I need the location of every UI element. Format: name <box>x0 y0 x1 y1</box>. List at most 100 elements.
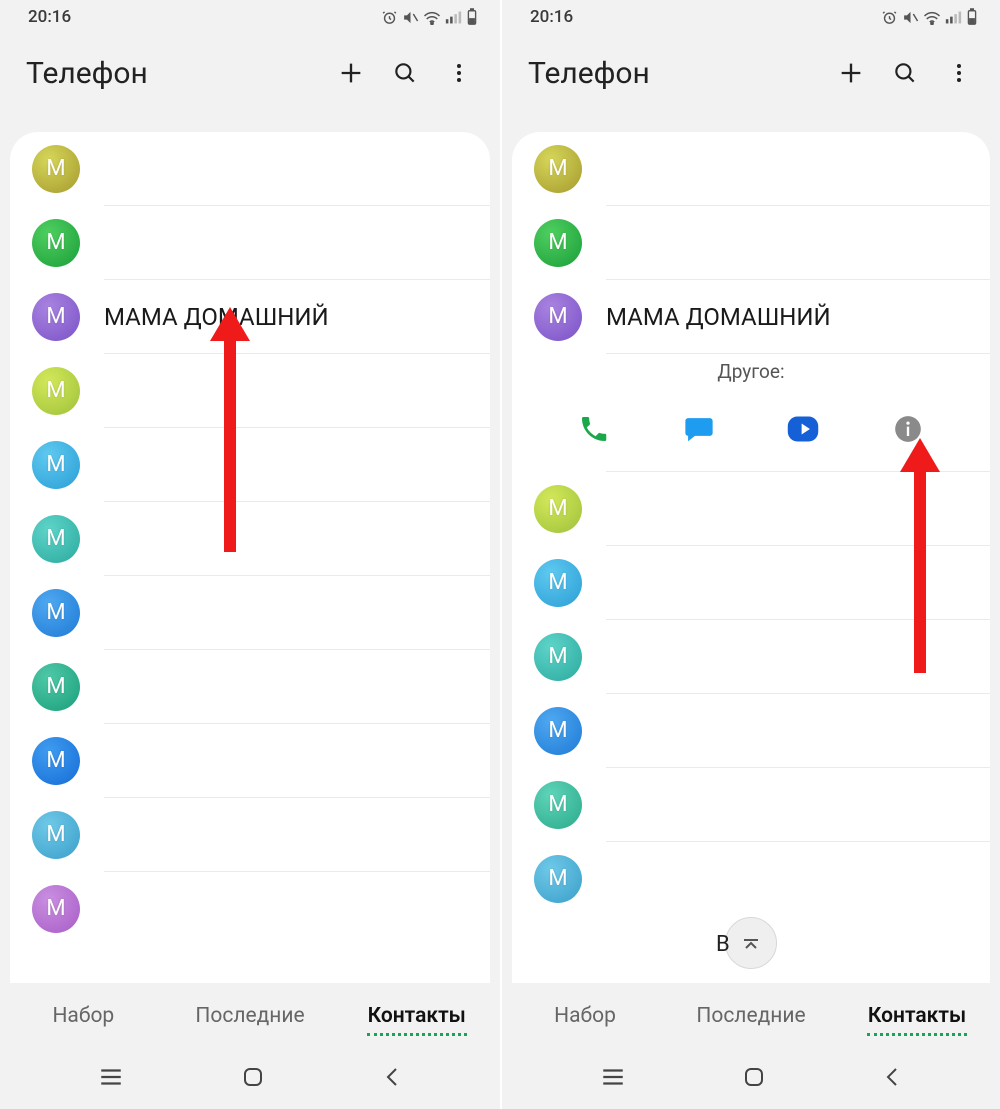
contact-row[interactable]: MМАМА ДОМАШНИЙ <box>10 280 490 353</box>
wifi-icon <box>423 10 441 25</box>
nav-recents[interactable] <box>98 1067 124 1091</box>
back-icon <box>382 1065 402 1089</box>
call-button[interactable] <box>570 405 618 453</box>
contact-row[interactable]: M <box>10 798 490 871</box>
mute-icon <box>902 9 919 26</box>
contact-row[interactable]: M <box>10 206 490 279</box>
tab-recent[interactable]: Последние <box>668 1004 834 1028</box>
avatar: M <box>534 145 582 193</box>
avatar: M <box>32 219 80 267</box>
status-icons <box>381 8 478 26</box>
contact-row[interactable]: M <box>10 502 490 575</box>
contact-row[interactable]: M <box>10 132 490 205</box>
contact-row[interactable]: M <box>512 620 990 693</box>
duo-icon <box>785 413 821 445</box>
contact-row[interactable]: M <box>512 694 990 767</box>
tab-contacts[interactable]: Контакты <box>333 1004 500 1028</box>
avatar: M <box>534 855 582 903</box>
contact-row[interactable]: M <box>10 872 490 945</box>
add-button[interactable] <box>324 46 378 100</box>
tab-recent[interactable]: Последние <box>167 1004 334 1028</box>
contact-row[interactable]: M <box>10 650 490 723</box>
more-button[interactable] <box>932 46 986 100</box>
contact-row[interactable]: M <box>10 354 490 427</box>
search-button[interactable] <box>378 46 432 100</box>
avatar: M <box>32 885 80 933</box>
video-call-button[interactable] <box>779 405 827 453</box>
avatar: M <box>32 663 80 711</box>
avatar: M <box>534 219 582 267</box>
contact-row[interactable]: M <box>512 768 990 841</box>
phone-screen-left: 20:16 Телефон MMMМАМА ДОМАШНИЙMMMMMMMM <box>0 0 500 1109</box>
search-button[interactable] <box>878 46 932 100</box>
contact-row[interactable]: M <box>512 206 990 279</box>
avatar: M <box>534 559 582 607</box>
page-title: Телефон <box>26 56 324 91</box>
contacts-list[interactable]: MMMМАМА ДОМАШНИЙMMMMMMMM <box>10 132 490 983</box>
home-icon <box>742 1065 766 1089</box>
alarm-icon <box>881 9 898 26</box>
contact-row[interactable]: M <box>512 842 990 915</box>
nav-home[interactable] <box>742 1065 766 1093</box>
contact-row[interactable]: M <box>512 132 990 205</box>
avatar: M <box>32 145 80 193</box>
info-button[interactable] <box>884 405 932 453</box>
chevron-up-icon <box>739 931 763 955</box>
contacts-list[interactable]: MMMМАМА ДОМАШНИЙДругое: MMMMMM В <box>512 132 990 983</box>
chat-icon <box>682 414 716 444</box>
avatar: M <box>32 367 80 415</box>
info-icon <box>894 415 922 443</box>
home-icon <box>241 1065 265 1089</box>
recents-icon <box>98 1067 124 1087</box>
bottom-tabs: Набор Последние Контакты <box>0 983 500 1049</box>
alarm-icon <box>381 9 398 26</box>
mute-icon <box>402 9 419 26</box>
signal-icon <box>945 10 962 25</box>
status-time: 20:16 <box>530 7 573 27</box>
battery-icon <box>966 8 978 26</box>
add-button[interactable] <box>824 46 878 100</box>
back-icon <box>882 1065 902 1089</box>
bottom-tabs: Набор Последние Контакты <box>502 983 1000 1049</box>
avatar: M <box>534 633 582 681</box>
wifi-icon <box>923 10 941 25</box>
nav-home[interactable] <box>241 1065 265 1093</box>
search-icon <box>392 60 418 86</box>
more-vert-icon <box>947 61 971 85</box>
avatar: M <box>32 811 80 859</box>
avatar: M <box>534 781 582 829</box>
contact-actions <box>512 405 990 453</box>
app-header: Телефон <box>502 34 1000 112</box>
message-button[interactable] <box>675 405 723 453</box>
contact-name: МАМА ДОМАШНИЙ <box>606 303 831 331</box>
contact-row[interactable]: M <box>10 724 490 797</box>
search-icon <box>892 60 918 86</box>
tab-contacts[interactable]: Контакты <box>834 1004 1000 1028</box>
plus-icon <box>837 59 865 87</box>
status-time: 20:16 <box>28 7 71 27</box>
scroll-top-button[interactable]: В <box>725 917 777 969</box>
nav-back[interactable] <box>382 1065 402 1093</box>
avatar: M <box>32 441 80 489</box>
battery-icon <box>466 8 478 26</box>
status-bar: 20:16 <box>502 0 1000 34</box>
avatar: M <box>32 737 80 785</box>
contact-row[interactable]: M <box>512 546 990 619</box>
phone-screen-right: 20:16 Телефон MMMМАМА ДОМАШНИЙДругое: <box>500 0 1000 1109</box>
expanded-label: Другое: <box>512 360 990 383</box>
more-button[interactable] <box>432 46 486 100</box>
contact-row[interactable]: M <box>10 576 490 649</box>
recents-icon <box>600 1067 626 1087</box>
contact-row[interactable]: MМАМА ДОМАШНИЙ <box>512 280 990 353</box>
avatar: M <box>534 485 582 533</box>
avatar: M <box>32 515 80 563</box>
contact-row[interactable]: M <box>512 472 990 545</box>
contact-row[interactable]: M <box>10 428 490 501</box>
contact-name: МАМА ДОМАШНИЙ <box>104 303 329 331</box>
tab-dial[interactable]: Набор <box>502 1004 668 1028</box>
tab-dial[interactable]: Набор <box>0 1004 167 1028</box>
nav-recents[interactable] <box>600 1067 626 1091</box>
page-title: Телефон <box>528 56 824 91</box>
nav-back[interactable] <box>882 1065 902 1093</box>
phone-icon <box>578 413 610 445</box>
